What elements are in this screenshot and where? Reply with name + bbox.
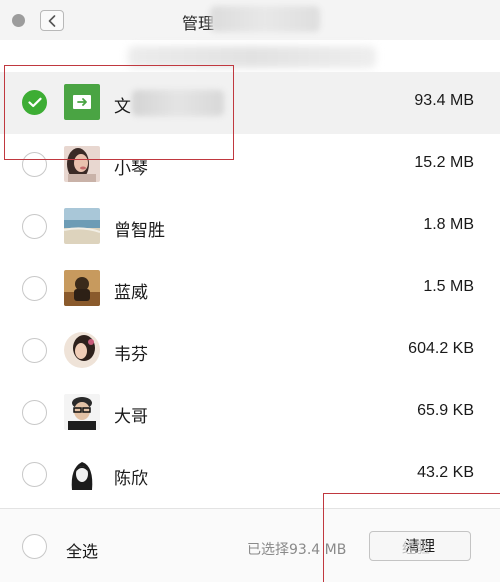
- list-item[interactable]: 大哥 65.9 KB: [0, 382, 500, 444]
- title-bar: 管理: [0, 0, 500, 40]
- watermark: 经验: [402, 541, 430, 557]
- chevron-left-icon: [48, 14, 56, 27]
- list-item[interactable]: 蓝威 1.5 MB: [0, 258, 500, 320]
- list-item[interactable]: 曾智胜 1.8 MB: [0, 196, 500, 258]
- close-window-icon[interactable]: [12, 14, 25, 27]
- checkbox[interactable]: [22, 90, 47, 115]
- storage-manage-window: 管理 文 93.4 MB 小琴 15.2 MB 曾智胜 1.8 MB 蓝威 1.…: [0, 0, 500, 582]
- checkbox[interactable]: [22, 338, 47, 363]
- checkmark-icon: [28, 97, 42, 108]
- title-redacted: [210, 6, 320, 32]
- select-all-checkbox[interactable]: [22, 534, 47, 559]
- contact-name: 文: [114, 97, 131, 117]
- file-size: 43.2 KB: [417, 464, 474, 481]
- contact-name: 陈欣: [114, 469, 148, 489]
- back-button[interactable]: [40, 10, 64, 31]
- selected-size-info: 已选择93.4 MB: [247, 542, 347, 558]
- contact-name: 蓝威: [114, 283, 148, 303]
- file-size: 604.2 KB: [408, 340, 474, 357]
- file-size: 65.9 KB: [417, 402, 474, 419]
- avatar-sunset: [64, 270, 100, 306]
- avatar-girl: [64, 332, 100, 368]
- contact-name: 曾智胜: [114, 221, 165, 241]
- list-item[interactable]: 陈欣 43.2 KB: [0, 444, 500, 506]
- avatar-portrait: [64, 146, 100, 182]
- file-size: 15.2 MB: [414, 154, 474, 171]
- file-size: 93.4 MB: [414, 92, 474, 109]
- contact-name: 大哥: [114, 407, 148, 427]
- select-all-label[interactable]: 全选: [66, 538, 98, 562]
- list-item[interactable]: 韦芬 604.2 KB: [0, 320, 500, 382]
- checkbox[interactable]: [22, 276, 47, 301]
- file-size: 1.5 MB: [423, 278, 474, 295]
- checkbox[interactable]: [22, 400, 47, 425]
- checkbox[interactable]: [22, 462, 47, 487]
- avatar-sketch: [64, 456, 100, 492]
- checkbox[interactable]: [22, 152, 47, 177]
- list-item[interactable]: 文 93.4 MB: [0, 72, 500, 134]
- checkbox[interactable]: [22, 214, 47, 239]
- avatar-man-glasses: [64, 394, 100, 430]
- avatar-beach: [64, 208, 100, 244]
- contact-name: 小琴: [114, 159, 148, 179]
- list-item[interactable]: 小琴 15.2 MB: [0, 134, 500, 196]
- folder-forward-icon: [64, 84, 100, 120]
- contact-name: 韦芬: [114, 345, 148, 365]
- name-redacted: [132, 90, 224, 116]
- file-size: 1.8 MB: [423, 216, 474, 233]
- subtitle-redacted: [128, 46, 376, 68]
